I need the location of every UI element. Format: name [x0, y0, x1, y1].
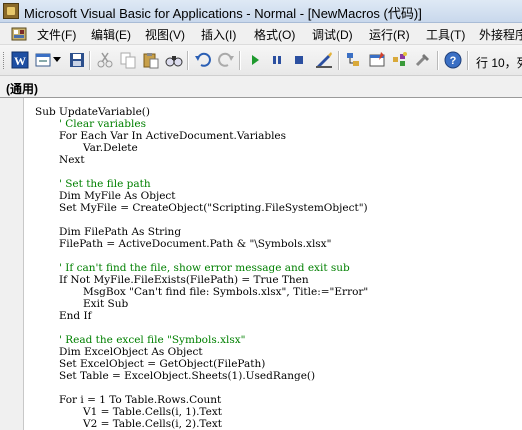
paste-icon[interactable]	[142, 51, 160, 69]
toolbar-separator	[338, 51, 340, 70]
code-comment-line[interactable]: ' Clear variables	[59, 118, 146, 130]
insert-form-icon[interactable]	[34, 51, 52, 69]
toolbox-icon[interactable]	[414, 51, 432, 69]
run-icon[interactable]	[246, 51, 264, 69]
code-line[interactable]: V1 = Table.Cells(i, 1).Text	[83, 406, 222, 418]
object-dropdown[interactable]: (通用)	[6, 80, 506, 97]
window-title: Microsoft Visual Basic for Applications …	[24, 6, 422, 21]
menu-tools[interactable]: 工具(T)	[426, 26, 465, 43]
code-line[interactable]: For i = 1 To Table.Rows.Count	[59, 394, 221, 406]
code-line[interactable]: Set ExcelObject = GetObject(FilePath)	[59, 358, 265, 370]
object-browser-icon[interactable]	[391, 51, 409, 69]
code-line[interactable]: FilePath = ActiveDocument.Path & "\Symbo…	[59, 238, 331, 250]
toolbar-separator	[239, 51, 241, 70]
code-margin-indicator-bar[interactable]	[0, 98, 24, 430]
vba-menu-icon[interactable]	[11, 27, 27, 41]
properties-icon[interactable]	[368, 51, 386, 69]
save-icon[interactable]	[68, 51, 86, 69]
code-comment-line[interactable]: ' If can't find the file, show error mes…	[59, 262, 350, 274]
code-line[interactable]: For Each Var In ActiveDocument.Variables	[59, 130, 286, 142]
code-comment-line[interactable]: ' Read the excel file "Symbols.xlsx"	[59, 334, 246, 346]
project-explorer-icon[interactable]	[345, 51, 363, 69]
reset-icon[interactable]	[290, 51, 308, 69]
code-line[interactable]: MsgBox "Can't find file: Symbols.xlsx", …	[83, 286, 368, 298]
break-icon[interactable]	[268, 51, 286, 69]
toolbar-separator	[437, 51, 439, 70]
code-line[interactable]: Sub UpdateVariable()	[35, 106, 150, 118]
cut-icon[interactable]	[96, 51, 114, 69]
toolbar-separator	[467, 51, 469, 70]
code-line[interactable]: V2 = Table.Cells(i, 2).Text	[83, 418, 222, 430]
word-icon[interactable]: W	[11, 51, 29, 69]
menu-debug[interactable]: 调试(D)	[312, 26, 353, 43]
menu-format[interactable]: 格式(O)	[254, 26, 295, 43]
toolbar-separator	[89, 51, 91, 70]
find-icon[interactable]	[165, 51, 183, 69]
code-line[interactable]: Set MyFile = CreateObject("Scripting.Fil…	[59, 202, 368, 214]
code-line[interactable]: Set Table = ExcelObject.Sheets(1).UsedRa…	[59, 370, 315, 382]
cursor-position-status: 行 10，列	[476, 56, 522, 70]
copy-icon[interactable]	[119, 51, 137, 69]
code-line[interactable]: Var.Delete	[83, 142, 138, 154]
vba-app-icon[interactable]	[3, 3, 19, 19]
menu-addins[interactable]: 外接程序	[479, 26, 522, 43]
code-line[interactable]: If Not MyFile.FileExists(FilePath) = Tru…	[59, 274, 309, 286]
code-line[interactable]: Exit Sub	[83, 298, 128, 310]
code-line[interactable]: Next	[59, 154, 85, 166]
menu-edit[interactable]: 编辑(E)	[91, 26, 131, 43]
svg-text:?: ?	[450, 55, 457, 67]
toolbar-grip[interactable]	[3, 52, 7, 69]
title-bar: Microsoft Visual Basic for Applications …	[0, 0, 522, 23]
toolbar-separator	[187, 51, 189, 70]
help-icon[interactable]: ?	[444, 51, 462, 69]
menu-insert[interactable]: 插入(I)	[201, 26, 236, 43]
insert-dropdown-arrow-icon[interactable]	[52, 51, 62, 69]
menu-view[interactable]: 视图(V)	[145, 26, 185, 43]
code-comment-line[interactable]: ' Set the file path	[59, 178, 151, 190]
undo-icon[interactable]	[194, 51, 212, 69]
menu-run[interactable]: 运行(R)	[369, 26, 410, 43]
design-mode-icon[interactable]	[315, 51, 333, 69]
code-line[interactable]: Dim MyFile As Object	[59, 190, 176, 202]
redo-icon[interactable]	[217, 51, 235, 69]
menu-file[interactable]: 文件(F)	[37, 26, 76, 43]
svg-text:W: W	[14, 54, 26, 68]
code-line[interactable]: Dim FilePath As String	[59, 226, 181, 238]
code-line[interactable]: End If	[59, 310, 92, 322]
code-line[interactable]: Dim ExcelObject As Object	[59, 346, 203, 358]
menu-bar: 文件(F) 编辑(E) 视图(V) 插入(I) 格式(O) 调试(D) 运行(R…	[0, 23, 522, 45]
standard-toolbar: W ?	[0, 45, 522, 76]
